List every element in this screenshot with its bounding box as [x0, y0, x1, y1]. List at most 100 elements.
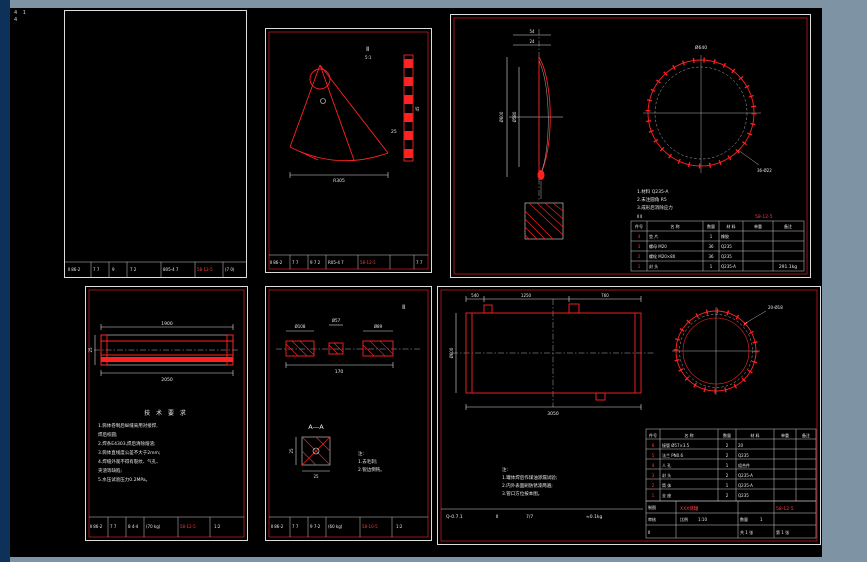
head-circle-view: [643, 55, 761, 173]
sheet-cone[interactable]: Ⅱ 5:1 R305 25 45 Ⅱ 86-2 7 7 9 7 2 R05-4 …: [265, 28, 432, 273]
drawing-canvas[interactable]: 4 1 4 Ⅱ 86-2 7 7 9 7 2 805-4 7 58-12-5 (…: [10, 8, 822, 557]
table-header: 数量: [723, 432, 731, 438]
detail-view-mark: Ⅱ: [366, 45, 369, 53]
dim-top-1: 54: [529, 29, 535, 34]
dim-section-h: 25: [313, 474, 319, 479]
note-line: 2.焊条E4303,焊后清除熔渣;: [98, 440, 156, 447]
note-line: 5.水压试验压力0.2MPa。: [98, 476, 150, 483]
table-cell: 3: [652, 473, 655, 478]
table-cell: 1: [710, 234, 713, 239]
sheet-blank[interactable]: Ⅱ 86-2 7 7 9 7 2 805-4 7 58-12-5 (7 0): [64, 10, 247, 278]
sheet-head[interactable]: 54 24 Ø600 Ø580 Ø640 36-Ø22 1.材料 Q235-A …: [450, 14, 811, 278]
title-cell: (60 kg): [328, 524, 343, 529]
sheet-index: 第 1 张: [776, 529, 789, 535]
cone-development-view: [289, 64, 389, 178]
title-cell: 805-4 7: [163, 267, 179, 272]
title-cell: 7 7: [416, 260, 423, 265]
note-line: 3.成形后消除应力: [637, 204, 673, 211]
dim-od-2: Ø57: [332, 318, 341, 323]
table-cell: 1: [638, 264, 641, 269]
table-cell: 螺栓 M20×80: [649, 253, 676, 259]
dim-od-3: Ø89: [374, 324, 383, 329]
tech-requirements-title: 技 术 要 求: [144, 409, 188, 417]
total-mass: 291.1kg: [779, 264, 797, 270]
note-line: 1.材料 Q235-A: [637, 188, 669, 195]
title-block-mark: Ⅱ: [648, 530, 650, 535]
dim-diameter-inner: Ø580: [512, 111, 517, 122]
table-cell: Q235: [738, 493, 749, 498]
dim-top-2: 24: [529, 39, 535, 44]
dim-diameter: Ø600: [449, 347, 454, 358]
table-header: 单重: [754, 223, 762, 229]
sheet-shell[interactable]: 1900 2050 25 技 术 要 求 1.筒体卷制后纵缝采用对接焊, 焊后校…: [85, 286, 248, 541]
table-header: 名 称: [670, 223, 679, 229]
table-cell: 垫 片: [649, 233, 658, 239]
qty-label: 数量: [740, 516, 748, 522]
title-block-label-draw: 制图: [648, 504, 656, 510]
note-line: 1.筒体卷制后纵缝采用对接焊,: [98, 422, 158, 429]
sheet-nozzle-svg: Ø108 Ø57 Ø89 170 Ⅱ A—A 25 25 注: 1.去毛刺; 2…: [268, 289, 429, 538]
title-cell: 7 7: [110, 524, 117, 529]
footer-cell: ≈0.1kg: [586, 514, 603, 520]
scale-label: 比例: [680, 516, 688, 522]
table-cell: 5: [652, 453, 655, 458]
note-line: 2.锐边倒钝。: [358, 466, 385, 473]
dim-top-3: 760: [601, 293, 609, 298]
title-cell: 7 7: [93, 267, 100, 272]
drawing-number: 58-10-5: [362, 524, 378, 529]
table-cell: 封 头: [649, 263, 658, 269]
corner-note-line: 4: [14, 17, 20, 23]
table-cell: 人 孔: [662, 462, 671, 468]
dim-od-1: Ø108: [295, 324, 306, 329]
sheet-tank-svg: 540 1250 760 3050 Ø600 20-Ø18 注: 1.罐体焊后作…: [440, 289, 818, 542]
drawing-number: 58-12-5: [755, 214, 773, 220]
sheet-tank-assembly[interactable]: 540 1250 760 3050 Ø600 20-Ø18 注: 1.罐体焊后作…: [437, 286, 821, 545]
table-cell: 组合件: [738, 462, 750, 468]
title-block-label-check: 审核: [648, 516, 656, 522]
qty-value: 1: [760, 517, 763, 522]
table-cell: 4: [652, 463, 655, 468]
detail-view-scale: 5:1: [365, 55, 372, 60]
weld-detail: [524, 202, 564, 240]
table-header: 材 料: [726, 223, 735, 229]
table-cell: 20: [738, 443, 744, 448]
footer-cell: Q-0.7.1: [446, 514, 463, 520]
table-cell: 2: [726, 443, 729, 448]
note-line: 2.内外表面刷防锈漆两遍;: [502, 482, 553, 489]
parts-table-grid: [645, 428, 817, 502]
title-cell: 1:2: [396, 524, 403, 529]
nozzle-parts-view: [276, 324, 421, 368]
table-cell: 4: [638, 234, 641, 239]
note-line: 焊后校圆;: [98, 431, 118, 438]
table-cell: 橡胶: [721, 233, 729, 239]
dim-radius: R305: [333, 178, 345, 184]
canvas-corner-note: 4 1 4: [14, 10, 28, 24]
bolt-hole-callout: 36-Ø22: [757, 168, 772, 173]
sheet-nozzle[interactable]: Ø108 Ø57 Ø89 170 Ⅱ A—A 25 25 注: 1.去毛刺; 2…: [265, 286, 432, 541]
dim-top-2: 1250: [521, 293, 532, 298]
tank-side-view: [452, 296, 654, 410]
dim-circle-diameter: Ø640: [695, 44, 707, 51]
dim-height: 25: [88, 347, 93, 353]
table-cell: 36: [708, 244, 714, 249]
note-line: 3.筒体直线度公差不大于2mm;: [98, 449, 160, 456]
dim-overall-length: 3050: [547, 411, 559, 417]
title-cell: 9: [112, 267, 115, 272]
scale-value: 1:10: [698, 517, 707, 522]
table-cell: 6: [652, 443, 655, 448]
note-line: 1.去毛刺;: [358, 458, 377, 465]
table-tag: Ⅱ Ⅱ: [637, 214, 642, 219]
drawing-number: 58-12-5: [776, 506, 794, 512]
dim-strip-width: 45: [415, 106, 420, 112]
footer-cell: Ⅱ: [496, 514, 498, 520]
table-cell: 法兰 PN0.6: [662, 452, 683, 458]
table-header: 备注: [802, 432, 810, 438]
corner-note-line: 4 1: [14, 10, 28, 16]
table-cell: 1: [726, 483, 729, 488]
gusset-strip-view: [403, 54, 414, 162]
title-cell: 8 4-4: [128, 524, 139, 529]
table-cell: 筒 体: [662, 482, 671, 488]
drawing-title: XXX储罐: [680, 505, 699, 512]
window-left-strip: [0, 0, 10, 562]
table-cell: Q235: [738, 453, 749, 458]
